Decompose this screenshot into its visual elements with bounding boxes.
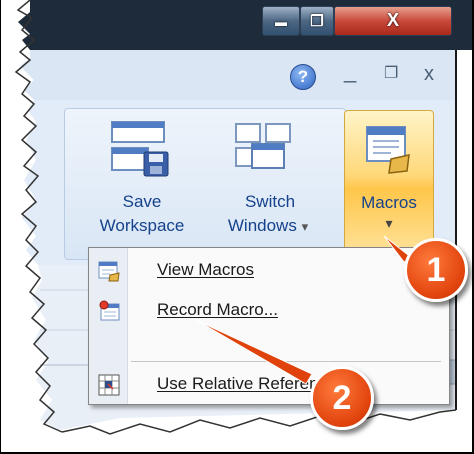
callout-pointers <box>195 235 413 385</box>
callout-1: 1 <box>404 238 468 302</box>
callout-2: 2 <box>310 366 374 430</box>
